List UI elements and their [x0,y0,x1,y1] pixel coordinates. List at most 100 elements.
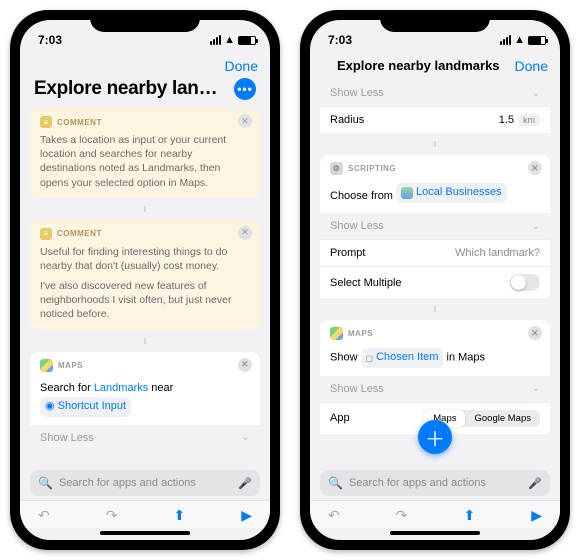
variable-icon: ◻︎ [366,351,373,365]
share-button[interactable]: ⬆︎ [463,507,475,524]
notch [380,10,490,32]
prompt-row[interactable]: Prompt Which landmark? [320,239,550,266]
show-less-row[interactable]: Show Less ⌄ [320,80,550,106]
card-label: MAPS [348,329,373,338]
card-label: MAPS [58,361,83,370]
search-field[interactable]: 🔍 Search for apps and actions 🎤 [30,470,260,496]
unit-badge: km [518,114,540,126]
search-field[interactable]: 🔍 Search for apps and actions 🎤 [320,470,550,496]
screen-right: 7:03 ▲ Explore nearby landmarks Done Sho… [310,20,560,540]
battery-icon [528,36,546,45]
home-indicator[interactable] [390,531,480,535]
close-icon[interactable]: ✕ [238,226,252,240]
chevron-down-icon: ⌄ [532,383,540,394]
prompt-value[interactable]: Which landmark? [455,247,540,259]
text-in-maps: in Maps [447,352,486,364]
redo-button[interactable]: ↷ [396,507,408,524]
redo-button[interactable]: ↷ [106,507,118,524]
show-maps-card[interactable]: MAPS ✕ Show ◻︎ Chosen Item in Maps Show … [320,320,550,434]
connector [320,306,550,312]
text-show: Show [330,352,358,364]
status-icons: ▲ [500,34,546,46]
choose-card[interactable]: ⚙ SCRIPTING ✕ Choose from Local Business… [320,155,550,298]
scripting-icon: ⚙ [330,162,343,175]
variable-icon: ◉ [45,398,55,416]
comment-card-2[interactable]: ≡ COMMENT ✕ Useful for finding interesti… [30,220,260,330]
radius-card[interactable]: Show Less ⌄ Radius 1.5km [320,80,550,133]
bottom-toolbar: ↶ ↷ ⬆︎ ▶ [20,500,270,528]
home-indicator[interactable] [100,531,190,535]
action-body: Choose from Local Businesses [320,180,550,213]
battery-icon [238,36,256,45]
status-time: 7:03 [328,33,352,47]
bottom-toolbar: ↶ ↷ ⬆︎ ▶ [310,500,560,528]
search-icon: 🔍 [38,476,53,490]
screen-left: 7:03 ▲ Done Explore nearby landma... •••… [20,20,270,540]
cellular-icon [210,35,221,45]
connector [320,141,550,147]
token-chosen-item[interactable]: ◻︎ Chosen Item [361,348,444,368]
select-multiple-toggle[interactable] [510,274,540,291]
wifi-icon: ▲ [224,34,235,46]
radius-row[interactable]: Radius 1.5km [320,106,550,133]
show-less-row[interactable]: Show Less ⌄ [320,376,550,402]
run-button[interactable]: ▶ [531,507,542,524]
chevron-down-icon: ⌄ [532,221,540,232]
comment-text: Takes a location as input or your curren… [40,133,250,190]
chevron-down-icon: ⌄ [532,88,540,99]
card-header: MAPS ✕ [30,352,260,377]
close-icon[interactable]: ✕ [528,161,542,175]
maps-action-card[interactable]: MAPS ✕ Search for Landmarks near ◉ Short… [30,352,260,451]
close-icon[interactable]: ✕ [238,114,252,128]
phone-left: 7:03 ▲ Done Explore nearby landma... •••… [10,10,280,550]
more-button[interactable]: ••• [234,78,256,100]
mic-icon[interactable]: 🎤 [238,477,252,490]
title-row: Explore nearby landma... ••• [20,76,270,108]
radius-label: Radius [330,114,364,126]
phone-right: 7:03 ▲ Explore nearby landmarks Done Sho… [300,10,570,550]
maps-icon [330,327,343,340]
workflow-content: Show Less ⌄ Radius 1.5km ⚙ SCRIPTING ✕ [310,76,560,470]
select-multiple-row[interactable]: Select Multiple [320,266,550,298]
connector [30,338,260,344]
token-local-businesses[interactable]: Local Businesses [396,183,507,203]
prompt-label: Prompt [330,247,365,259]
page-title: Explore nearby landmarks [322,58,515,74]
app-label: App [330,412,350,424]
workflow-content: ≡ COMMENT ✕ Takes a location as input or… [20,108,270,470]
wifi-icon: ▲ [514,34,525,46]
undo-button[interactable]: ↶ [328,507,340,524]
show-less-row[interactable]: Show Less ⌄ [320,213,550,239]
nav-bar: Explore nearby landmarks Done [310,54,560,76]
add-action-button[interactable]: ＋ [418,420,452,454]
card-label: COMMENT [57,118,102,127]
comment-text-a: Useful for finding interesting things to… [40,245,250,273]
comment-icon: ≡ [40,116,52,128]
text-choose-from: Choose from [330,190,393,202]
card-header: MAPS ✕ [320,320,550,345]
close-icon[interactable]: ✕ [238,358,252,372]
share-button[interactable]: ⬆︎ [173,507,185,524]
done-button[interactable]: Done [225,58,258,74]
comment-icon: ≡ [40,228,52,240]
done-button[interactable]: Done [515,58,548,74]
mic-icon[interactable]: 🎤 [528,477,542,490]
close-icon[interactable]: ✕ [528,326,542,340]
token-shortcut-input[interactable]: ◉ Shortcut Input [40,397,131,417]
undo-button[interactable]: ↶ [38,507,50,524]
action-body: Show ◻︎ Chosen Item in Maps [320,345,550,376]
chevron-down-icon: ⌄ [242,432,250,443]
show-less-row[interactable]: Show Less ⌄ [30,425,260,451]
variable-icon [401,187,413,199]
run-button[interactable]: ▶ [241,507,252,524]
action-body: Search for Landmarks near ◉ Shortcut Inp… [30,377,260,425]
token-landmarks[interactable]: Landmarks [94,382,148,394]
seg-google-maps[interactable]: Google Maps [465,410,540,427]
nav-bar: Done [20,54,270,76]
card-label: SCRIPTING [348,164,396,173]
comment-card-1[interactable]: ≡ COMMENT ✕ Takes a location as input or… [30,108,260,198]
select-multiple-label: Select Multiple [330,277,402,289]
notch [90,10,200,32]
radius-value[interactable]: 1.5km [499,114,540,126]
comment-text-b: I've also discovered new features of nei… [40,279,250,322]
